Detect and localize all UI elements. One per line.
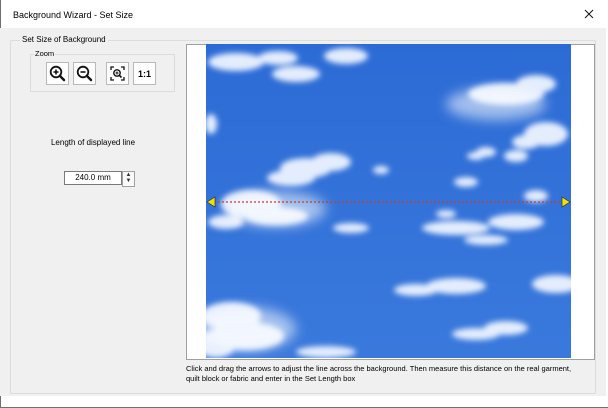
zoom-out-button[interactable] xyxy=(73,62,96,85)
spin-down-icon[interactable]: ▼ xyxy=(123,178,134,184)
zoom-actual-icon: 1:1 xyxy=(137,68,151,79)
length-input[interactable] xyxy=(64,171,122,185)
zoom-out-icon xyxy=(76,65,93,82)
length-spin-arrows[interactable]: ▲ ▼ xyxy=(122,171,135,187)
zoom-actual-button[interactable]: 1:1 xyxy=(133,62,156,85)
close-button[interactable] xyxy=(577,3,601,25)
background-image[interactable] xyxy=(206,44,571,358)
title-bar: Background Wizard - Set Size xyxy=(1,0,607,28)
zoom-fit-button[interactable] xyxy=(106,62,129,85)
length-spinner[interactable]: ▲ ▼ xyxy=(64,171,135,187)
zoom-in-button[interactable] xyxy=(46,62,69,85)
window-title: Background Wizard - Set Size xyxy=(13,10,134,20)
close-icon xyxy=(584,9,594,19)
length-label: Length of displayed line xyxy=(50,138,136,147)
zoom-in-icon xyxy=(49,65,66,82)
zoom-group-label: Zoom xyxy=(34,49,56,58)
zoom-fit-icon xyxy=(110,66,125,81)
set-size-group-label: Set Size of Background xyxy=(20,35,108,44)
instructions-text: Click and drag the arrows to adjust the … xyxy=(186,364,572,383)
